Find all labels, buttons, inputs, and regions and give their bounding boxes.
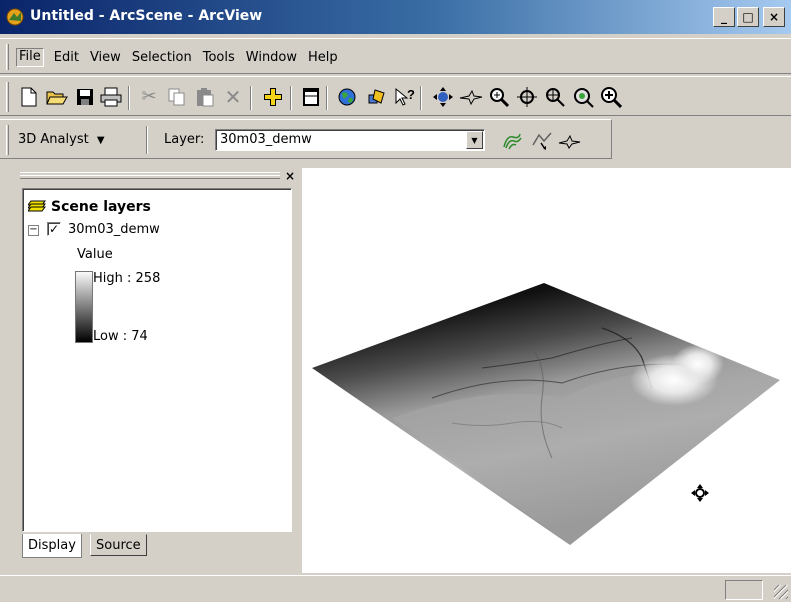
add-data-icon[interactable] [260, 85, 286, 109]
layer-select-value: 30m03_demw [220, 132, 312, 147]
toolbar-separator [128, 86, 130, 110]
menu-bar: File Edit View Selection Tools Window He… [0, 38, 791, 74]
delete-icon[interactable]: ✕ [220, 85, 246, 109]
toc-panel: × Scene layers − ✓ 30m03_demw Value High… [14, 168, 301, 569]
minimize-button[interactable]: _ [713, 7, 735, 27]
table-of-contents: Scene layers − ✓ 30m03_demw Value High :… [22, 188, 292, 532]
legend-title: Value [77, 247, 113, 262]
fly-icon[interactable] [458, 85, 484, 109]
scene-layers-icon [28, 200, 46, 212]
toolbar-grip[interactable] [6, 125, 9, 155]
tab-display[interactable]: Display [22, 534, 82, 558]
scene-layers-label[interactable]: Scene layers [51, 199, 151, 215]
legend-color-ramp [75, 271, 93, 343]
terrain-surface [312, 283, 780, 545]
zoom-in-icon[interactable] [598, 85, 624, 109]
3d-analyst-label: 3D Analyst [18, 132, 89, 147]
3d-analyst-menu[interactable]: 3D Analyst ▼ [18, 132, 105, 147]
print-icon[interactable] [98, 85, 124, 109]
dropdown-arrow-icon[interactable]: ▼ [466, 131, 483, 149]
status-cell [725, 580, 763, 600]
arcscene-app-icon[interactable] [5, 7, 25, 27]
maximize-button[interactable]: □ [737, 7, 759, 27]
center-target-icon[interactable] [514, 85, 540, 109]
menu-help[interactable]: Help [307, 50, 339, 67]
scene-viewport[interactable] [302, 168, 791, 573]
minimize-icon: _ [721, 10, 727, 24]
collapse-icon[interactable]: − [28, 225, 39, 236]
scene-properties-icon[interactable] [298, 85, 324, 109]
arcscene-window: Untitled - ArcScene - ArcView _ □ × File… [0, 0, 791, 602]
status-bar [0, 575, 791, 602]
legend-low-label: Low : 74 [93, 329, 148, 344]
cut-icon[interactable]: ✂ [136, 85, 162, 109]
close-icon: × [768, 10, 780, 24]
steepest-path-icon[interactable] [530, 130, 554, 152]
menu-selection[interactable]: Selection [131, 50, 193, 67]
window-title: Untitled - ArcScene - ArcView [30, 8, 263, 24]
legend-high-label: High : 258 [93, 271, 161, 286]
line-of-sight-icon[interactable] [558, 130, 582, 152]
layer-visibility-checkbox[interactable]: ✓ [47, 222, 61, 236]
menu-view[interactable]: View [89, 50, 122, 67]
toolbar-separator [146, 126, 148, 154]
menu-edit[interactable]: Edit [53, 50, 80, 67]
globe-icon[interactable] [334, 85, 360, 109]
menu-window[interactable]: Window [245, 50, 298, 67]
layer-name[interactable]: 30m03_demw [68, 222, 160, 237]
3d-analyst-toolbar: 3D Analyst ▼ Layer: 30m03_demw ▼ [0, 119, 612, 159]
toolbar-separator [290, 86, 292, 110]
toolbar-separator [250, 86, 252, 110]
zoom-in-out-icon[interactable] [486, 85, 512, 109]
menubar-grip[interactable] [6, 44, 9, 70]
new-icon[interactable] [16, 85, 42, 109]
standard-toolbar: ✂ ✕ ? [0, 76, 791, 116]
navigate-icon[interactable] [430, 85, 456, 109]
title-bar[interactable]: Untitled - ArcScene - ArcView _ □ × [0, 0, 791, 34]
toolbar-separator [420, 86, 422, 110]
copy-icon[interactable] [164, 85, 190, 109]
full-extent-icon[interactable] [570, 85, 596, 109]
tab-source[interactable]: Source [90, 534, 147, 556]
animation-icon[interactable] [364, 85, 390, 109]
panel-grip[interactable] [20, 172, 280, 179]
toolbar-grip[interactable] [6, 82, 9, 112]
svg-text:?: ? [407, 87, 415, 102]
layer-label: Layer: [164, 132, 205, 147]
caret-down-icon: ▼ [96, 135, 105, 146]
paste-icon[interactable] [192, 85, 218, 109]
toolbar-separator [326, 86, 328, 110]
open-icon[interactable] [44, 85, 70, 109]
layer-select[interactable]: 30m03_demw ▼ [215, 129, 485, 151]
zoom-to-target-icon[interactable] [542, 85, 568, 109]
menu-tools[interactable]: Tools [202, 50, 236, 67]
maximize-icon: □ [742, 10, 754, 24]
resize-grip-icon[interactable] [774, 585, 788, 599]
whats-this-icon[interactable]: ? [392, 85, 418, 109]
menu-file[interactable]: File [16, 48, 44, 67]
panel-close-icon[interactable]: × [282, 169, 298, 183]
save-icon[interactable] [72, 85, 98, 109]
contour-icon[interactable] [500, 130, 524, 152]
close-button[interactable]: × [763, 7, 785, 27]
